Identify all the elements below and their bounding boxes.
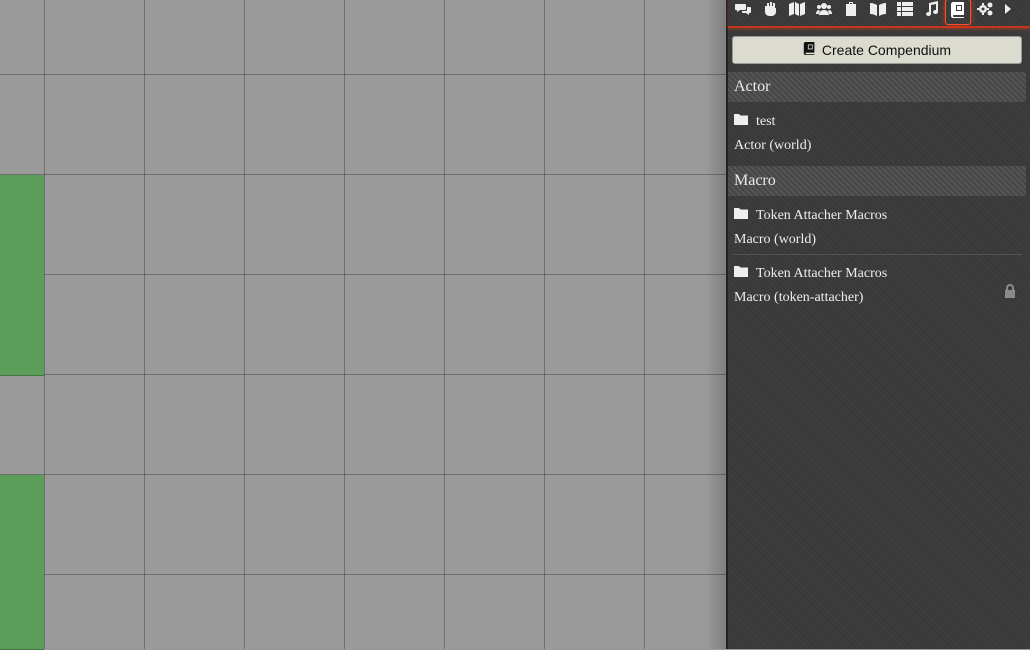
map-icon [789, 1, 805, 21]
section-title: Macro [734, 172, 776, 189]
th-list-icon [897, 1, 913, 21]
tab-actors[interactable] [812, 0, 836, 22]
tab-collapse[interactable] [1000, 0, 1016, 22]
canvas-edge-shadow [706, 0, 726, 649]
pack-folder-name: test [756, 113, 776, 129]
folder-icon [734, 265, 756, 282]
comments-icon [735, 1, 751, 21]
caret-right-icon [1000, 1, 1016, 21]
pack-title: Token Attacher Macros [734, 207, 887, 224]
green-tile[interactable] [0, 475, 44, 576]
tab-settings[interactable] [973, 0, 997, 22]
compendium-pack[interactable]: test Actor (world) [728, 104, 1026, 162]
atlas-icon [803, 42, 822, 58]
users-icon [816, 1, 832, 21]
compendium-pack[interactable]: Token Attacher Macros Macro (world) [728, 198, 1026, 254]
sidebar-tabs [728, 0, 1030, 28]
tab-compendium[interactable] [945, 0, 971, 25]
suitcase-icon [843, 1, 859, 21]
tab-combat[interactable] [758, 0, 782, 22]
pack-folder-name: Token Attacher Macros [756, 265, 888, 281]
pack-title: test [734, 113, 775, 130]
atlas-icon [950, 2, 966, 22]
book-open-icon [870, 1, 886, 21]
section-title: Actor [734, 78, 771, 95]
green-tile[interactable] [0, 275, 44, 376]
section-header-actor[interactable]: Actor [728, 72, 1026, 102]
create-compendium-label: Create Compendium [821, 42, 952, 58]
pack-divider [732, 254, 1022, 255]
game-canvas[interactable] [0, 0, 726, 650]
pack-subtitle: Macro (world) [734, 232, 817, 247]
pack-title: Token Attacher Macros [734, 265, 887, 282]
compendium-pack[interactable]: Token Attacher Macros Macro (token-attac… [728, 256, 1026, 312]
green-tile[interactable] [0, 175, 44, 276]
tab-playlists[interactable] [920, 0, 944, 22]
tab-chat[interactable] [731, 0, 755, 22]
folder-icon [734, 207, 756, 224]
music-icon [924, 1, 940, 21]
tab-items[interactable] [839, 0, 863, 22]
cogs-icon [977, 1, 993, 21]
sidebar: Create Compendium Actor test Actor (worl… [726, 0, 1030, 649]
lock-icon [1004, 283, 1016, 298]
pack-folder-name: Token Attacher Macros [756, 207, 888, 223]
green-tile[interactable] [0, 575, 44, 650]
pack-subtitle: Macro (token-attacher) [734, 290, 864, 305]
folder-icon [734, 113, 756, 130]
tab-tables[interactable] [893, 0, 917, 22]
pack-subtitle: Actor (world) [734, 138, 812, 153]
create-compendium-button[interactable]: Create Compendium [732, 36, 1022, 64]
tab-journal[interactable] [866, 0, 890, 22]
fist-icon [762, 1, 778, 21]
section-header-macro[interactable]: Macro [728, 166, 1026, 196]
tab-scenes[interactable] [785, 0, 809, 22]
